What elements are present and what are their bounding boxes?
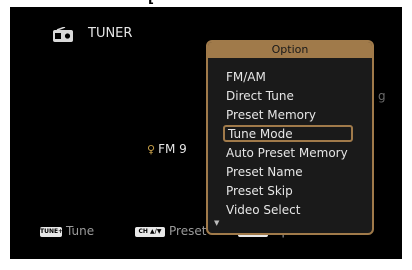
menu-item-preset-memory[interactable]: Preset Memory — [226, 108, 316, 122]
tune-key: TUNE+/- — [40, 227, 68, 237]
channel-key: CH ▲/▼ — [135, 227, 165, 237]
option-menu: Option FM/AM Direct Tune Preset Memory T… — [206, 40, 374, 235]
radio-icon — [53, 27, 73, 42]
top-strip: [ — [0, 0, 412, 7]
menu-item-auto-preset-memory[interactable]: Auto Preset Memory — [226, 146, 348, 160]
tuner-screen: TUNER ♀ FM 9 g TUNE+/- Tune CH ▲/▼ Preset… — [10, 7, 402, 259]
preset-label: Preset — [169, 224, 207, 238]
menu-item-direct-tune[interactable]: Direct Tune — [226, 89, 294, 103]
scroll-down-icon: ▼ — [214, 219, 220, 227]
menu-item-preset-name[interactable]: Preset Name — [226, 165, 303, 179]
option-menu-title: Option — [208, 42, 372, 58]
location-pin-icon: ♀ — [147, 143, 156, 156]
source-title: TUNER — [88, 26, 133, 41]
menu-item-fm-am[interactable]: FM/AM — [226, 70, 266, 84]
menu-item-preset-skip[interactable]: Preset Skip — [226, 184, 293, 198]
partially-hidden-text: g — [378, 89, 386, 103]
frequency-text: FM 9 — [158, 142, 187, 156]
menu-item-video-select[interactable]: Video Select — [226, 203, 300, 217]
menu-item-tune-mode[interactable]: Tune Mode — [223, 125, 353, 142]
tune-label: Tune — [66, 224, 95, 238]
station-frequency: ♀ FM 9 — [147, 142, 187, 156]
header-partial-text: [ — [148, 0, 155, 6]
